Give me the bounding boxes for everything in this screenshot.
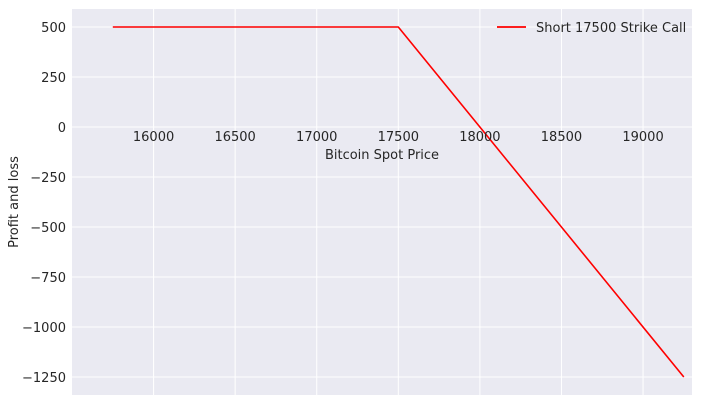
pnl-chart: 16000 16500 17000 17500 18000 18500 19000 500 2… xyxy=(7,9,692,395)
y-tick-label: 500 xyxy=(41,21,66,36)
y-tick-labels: 500 250 0 −250 −500 −750 −1000 −1250 xyxy=(22,21,66,386)
x-axis-label: Bitcoin Spot Price xyxy=(325,148,439,163)
x-tick-label: 18500 xyxy=(541,130,582,145)
y-tick-label: −1000 xyxy=(22,321,66,336)
y-tick-label: −1250 xyxy=(22,371,66,386)
y-axis-label: Profit and loss xyxy=(7,156,22,248)
x-tick-label: 17000 xyxy=(296,130,337,145)
x-tick-label: 16500 xyxy=(214,130,255,145)
x-tick-label: 19000 xyxy=(622,130,663,145)
legend-label: Short 17500 Strike Call xyxy=(536,21,686,36)
plot-area xyxy=(72,9,692,395)
y-tick-label: −750 xyxy=(30,271,66,286)
x-tick-label: 18000 xyxy=(459,130,500,145)
y-tick-label: 0 xyxy=(58,121,66,136)
y-tick-label: −500 xyxy=(30,221,66,236)
y-tick-label: 250 xyxy=(41,71,66,86)
x-tick-label: 17500 xyxy=(378,130,419,145)
y-tick-label: −250 xyxy=(30,171,66,186)
x-tick-label: 16000 xyxy=(133,130,174,145)
